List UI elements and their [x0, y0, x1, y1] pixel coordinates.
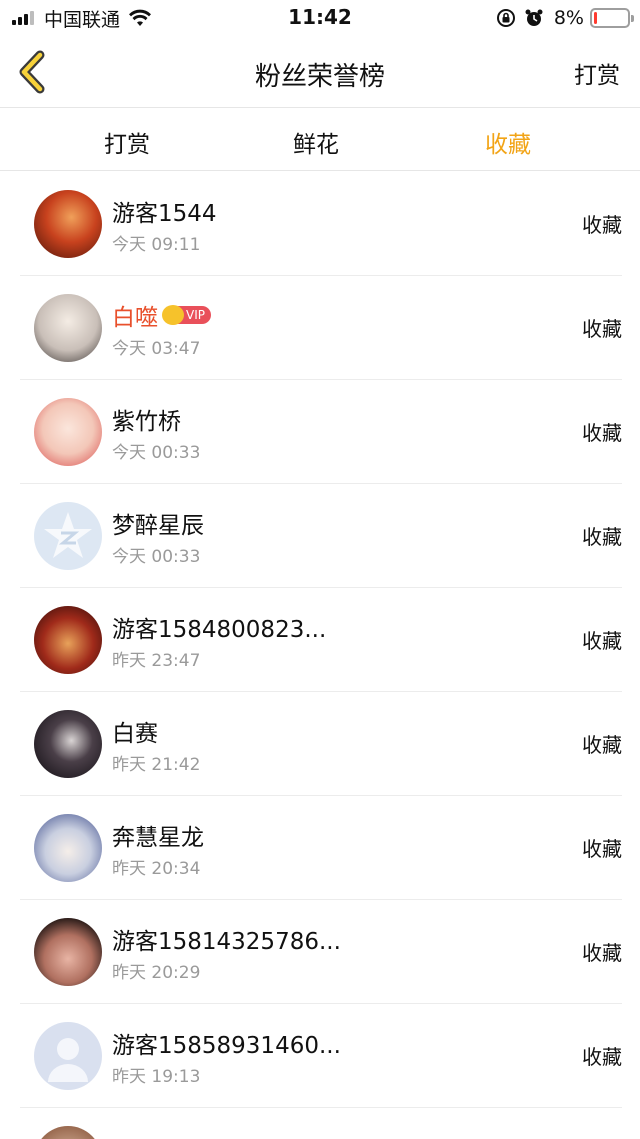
- user-name: 游客1544: [112, 201, 217, 227]
- timestamp: 今天 03:47: [112, 339, 201, 359]
- favorite-label: 收藏: [582, 421, 622, 445]
- tab-reward[interactable]: 打赏: [104, 125, 150, 159]
- timestamp: 今天 00:33: [112, 547, 201, 567]
- user-name: 梦醉星辰: [112, 513, 204, 539]
- list-item[interactable]: 奔慧星龙 昨天 20:34 收藏: [20, 796, 622, 900]
- nav-bar: 粉丝荣誉榜 打赏: [0, 36, 640, 108]
- list-item[interactable]: 紫竹桥 今天 00:33 收藏: [20, 380, 622, 484]
- default-star-icon: [44, 512, 92, 558]
- timestamp: 昨天 21:42: [112, 755, 201, 775]
- reward-button[interactable]: 打赏: [574, 56, 620, 90]
- timestamp: 今天 09:11: [112, 235, 201, 255]
- favorite-label: 收藏: [582, 629, 622, 653]
- avatar: [34, 1022, 102, 1090]
- user-name: 游客15858931460...: [112, 1033, 341, 1059]
- list-item[interactable]: 白赛 昨天 21:42 收藏: [20, 692, 622, 796]
- favorite-label: 收藏: [582, 317, 622, 341]
- favorite-label: 收藏: [582, 213, 622, 237]
- favorite-label: 收藏: [582, 733, 622, 757]
- favorite-label: 收藏: [582, 941, 622, 965]
- user-name: 紫竹桥: [112, 409, 181, 435]
- user-name: 白噬 VIP: [112, 298, 211, 332]
- default-user-icon: [48, 1038, 88, 1082]
- list-item[interactable]: 游客15814325786... 昨天 20:29 收藏: [20, 900, 622, 1004]
- list-item[interactable]: 游客1584800823... 昨天 23:47 收藏: [20, 588, 622, 692]
- avatar: [34, 606, 102, 674]
- user-name: 游客1584800823...: [112, 617, 327, 643]
- list-item[interactable]: 游客15858931460... 昨天 19:13 收藏: [20, 1004, 622, 1108]
- favorite-label: 收藏: [582, 1045, 622, 1069]
- avatar: [34, 814, 102, 882]
- battery-icon: [590, 8, 634, 28]
- timestamp: 昨天 20:29: [112, 963, 201, 983]
- status-bar: 中国联通 11:42 8%: [0, 0, 640, 36]
- timestamp: 昨天 20:34: [112, 859, 201, 879]
- avatar: [34, 502, 102, 570]
- timestamp: 昨天 19:13: [112, 1067, 201, 1087]
- timestamp: 昨天 23:47: [112, 651, 201, 671]
- user-name: 奔慧星龙: [112, 825, 204, 851]
- list-item-partial[interactable]: [20, 1108, 622, 1139]
- rotation-lock-icon: [496, 9, 515, 27]
- avatar: [34, 190, 102, 258]
- vip-badge: VIP: [162, 305, 211, 325]
- avatar: [34, 398, 102, 466]
- favorite-label: 收藏: [582, 525, 622, 549]
- fan-list: 游客1544 今天 09:11 收藏 白噬 VIP 今天 03:47 收藏 紫竹…: [0, 172, 640, 1139]
- tab-flowers[interactable]: 鲜花: [293, 125, 339, 159]
- avatar: [34, 710, 102, 778]
- list-item[interactable]: 游客1544 今天 09:11 收藏: [20, 172, 622, 276]
- user-name: 白赛: [112, 721, 158, 747]
- timestamp: 今天 00:33: [112, 443, 201, 463]
- user-name: 游客15814325786...: [112, 929, 341, 955]
- crown-icon: [162, 305, 184, 325]
- battery-level: [594, 12, 597, 24]
- avatar: [34, 918, 102, 986]
- page-title: 粉丝荣誉榜: [254, 62, 385, 92]
- list-item[interactable]: 白噬 VIP 今天 03:47 收藏: [20, 276, 622, 380]
- avatar: [34, 1126, 102, 1139]
- status-bar-right: 8%: [488, 6, 634, 30]
- alarm-icon: [525, 9, 543, 26]
- tab-favorites[interactable]: 收藏: [485, 125, 531, 159]
- avatar: [34, 294, 102, 362]
- tab-bar: 打赏 鲜花 收藏: [0, 109, 640, 171]
- favorite-label: 收藏: [582, 837, 622, 861]
- battery-percent: 8%: [553, 7, 584, 29]
- list-item[interactable]: 梦醉星辰 今天 00:33 收藏: [20, 484, 622, 588]
